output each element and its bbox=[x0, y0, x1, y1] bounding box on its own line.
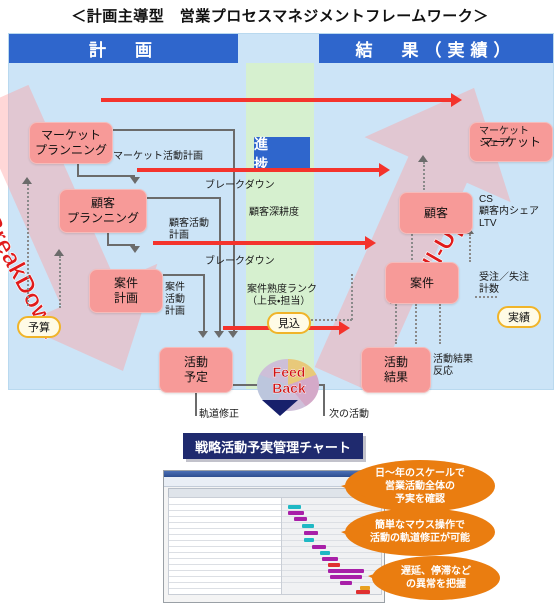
connector-line bbox=[323, 384, 325, 416]
label-market-activity-plan: マーケット活動計画 bbox=[113, 151, 203, 162]
dotted-connector bbox=[351, 274, 353, 320]
connector-arrow bbox=[214, 331, 224, 338]
connector-arrow bbox=[198, 331, 208, 338]
dotted-connector bbox=[475, 296, 497, 298]
connector-line bbox=[77, 175, 135, 177]
label-breakdown-1: ブレークダウン bbox=[205, 180, 275, 191]
label-breakdown-2: ブレークダウン bbox=[205, 256, 275, 267]
box-line-1: マーケット bbox=[40, 128, 101, 142]
page-title: ＜計画主導型 営業プロセスマネジメントフレームワーク＞ bbox=[71, 8, 489, 25]
callout-tail bbox=[341, 478, 367, 498]
feedback-line-1: Feed bbox=[272, 364, 306, 380]
label-market-share: マーケット シェア bbox=[479, 126, 529, 149]
connector-line bbox=[113, 129, 235, 131]
callout-tail bbox=[341, 524, 367, 544]
box-market-planning[interactable]: マーケット プランニング bbox=[29, 122, 113, 164]
dotted-connector bbox=[395, 304, 397, 344]
connector-arrow bbox=[228, 331, 238, 338]
connector-line bbox=[147, 197, 221, 199]
column-header-result: 結 果（実績） bbox=[319, 34, 553, 63]
connector-line bbox=[203, 274, 205, 331]
label-order-loss: 受注／失注 計数 bbox=[479, 272, 529, 295]
box-activity-plan[interactable]: 活動 予定 bbox=[159, 347, 233, 393]
box-line-2: 計画 bbox=[113, 291, 138, 305]
dotted-connector bbox=[415, 304, 417, 344]
box-line-1: 案件 bbox=[113, 276, 138, 290]
badge-budget: 予算 bbox=[17, 316, 61, 338]
connector-arrow bbox=[54, 249, 64, 256]
dotted-connector bbox=[59, 256, 61, 308]
box-customer-planning[interactable]: 顧客 プランニング bbox=[59, 189, 147, 233]
dotted-connector bbox=[423, 162, 425, 190]
connector-arrow bbox=[130, 177, 140, 184]
progress-box: 進 捗 bbox=[254, 136, 310, 172]
label-orbit-correction: 軌道修正 bbox=[199, 409, 239, 420]
connector-arrow bbox=[418, 155, 428, 162]
box-customer-result[interactable]: 顧客 bbox=[399, 192, 473, 234]
connector-arrow bbox=[130, 246, 140, 253]
label-customer-depth: 顧客深耕度 bbox=[249, 207, 299, 218]
box-line-1: 顧客 bbox=[423, 205, 448, 220]
label-activity-reaction: 活動結果 反応 bbox=[433, 354, 473, 377]
down-arrow-icon bbox=[262, 400, 298, 416]
dotted-connector bbox=[439, 304, 441, 344]
rollup-arrow-market bbox=[101, 93, 462, 107]
box-line-1: 顧客 bbox=[90, 196, 115, 210]
badge-actual: 実績 bbox=[497, 306, 541, 328]
dotted-connector bbox=[27, 184, 29, 306]
callout-tail bbox=[368, 568, 392, 588]
callout-text: 簡単なマウス操作で 活動の軌道修正が可能 bbox=[370, 520, 470, 544]
box-line-1: 活動 bbox=[183, 355, 208, 369]
screenshot-task-list bbox=[168, 497, 282, 595]
callout-text: 日～年のスケールで 営業活動全体の 予実を確認 bbox=[375, 467, 465, 505]
label-cs-metrics: CS 顧客内シェア LTV bbox=[479, 194, 539, 229]
connector-arrow bbox=[22, 177, 32, 184]
callout-scale: 日～年のスケールで 営業活動全体の 予実を確認 bbox=[341, 460, 495, 512]
feedback-label: Feed Back bbox=[259, 364, 319, 396]
box-line-2: プランニング bbox=[34, 143, 107, 157]
box-case-plan[interactable]: 案件 計画 bbox=[89, 269, 163, 313]
column-header-plan: 計 画 bbox=[9, 34, 238, 63]
box-line-2: 結果 bbox=[383, 370, 408, 384]
label-next-activity: 次の活動 bbox=[329, 409, 369, 420]
feedback-line-2: Back bbox=[272, 380, 306, 396]
box-line-1: 案件 bbox=[409, 275, 434, 290]
box-line-2: プランニング bbox=[66, 211, 139, 225]
dotted-connector bbox=[469, 234, 471, 262]
framework-panel: 計 画 結 果（実績） 進 捗 BreakDown Roll-Up マーケット … bbox=[0, 33, 554, 420]
chart-section-title: 戦略活動予実管理チャート bbox=[183, 433, 363, 459]
connector-line bbox=[233, 129, 235, 331]
callout-text: 遅延、停滞など の異常を把握 bbox=[401, 566, 471, 590]
label-customer-activity-plan: 顧客活動 計画 bbox=[169, 218, 209, 241]
label-case-activity-plan: 案件 活動 計画 bbox=[165, 282, 185, 317]
callout-anomaly: 遅延、停滞など の異常を把握 bbox=[368, 556, 500, 600]
center-green-column bbox=[246, 63, 314, 389]
connector-line bbox=[163, 274, 205, 276]
box-case-result[interactable]: 案件 bbox=[385, 262, 459, 304]
box-line-1: 活動 bbox=[383, 355, 408, 369]
label-case-rank: 案件熟度ランク （上長・担当） bbox=[247, 284, 317, 307]
box-line-2: 予定 bbox=[183, 370, 208, 384]
callout-mouse-operation: 簡単なマウス操作で 活動の軌道修正が可能 bbox=[341, 508, 495, 556]
dotted-connector bbox=[411, 234, 413, 260]
box-activity-result[interactable]: 活動 結果 bbox=[361, 347, 431, 393]
badge-forecast: 見込 bbox=[267, 312, 311, 334]
rollup-arrow-customer bbox=[137, 163, 390, 177]
